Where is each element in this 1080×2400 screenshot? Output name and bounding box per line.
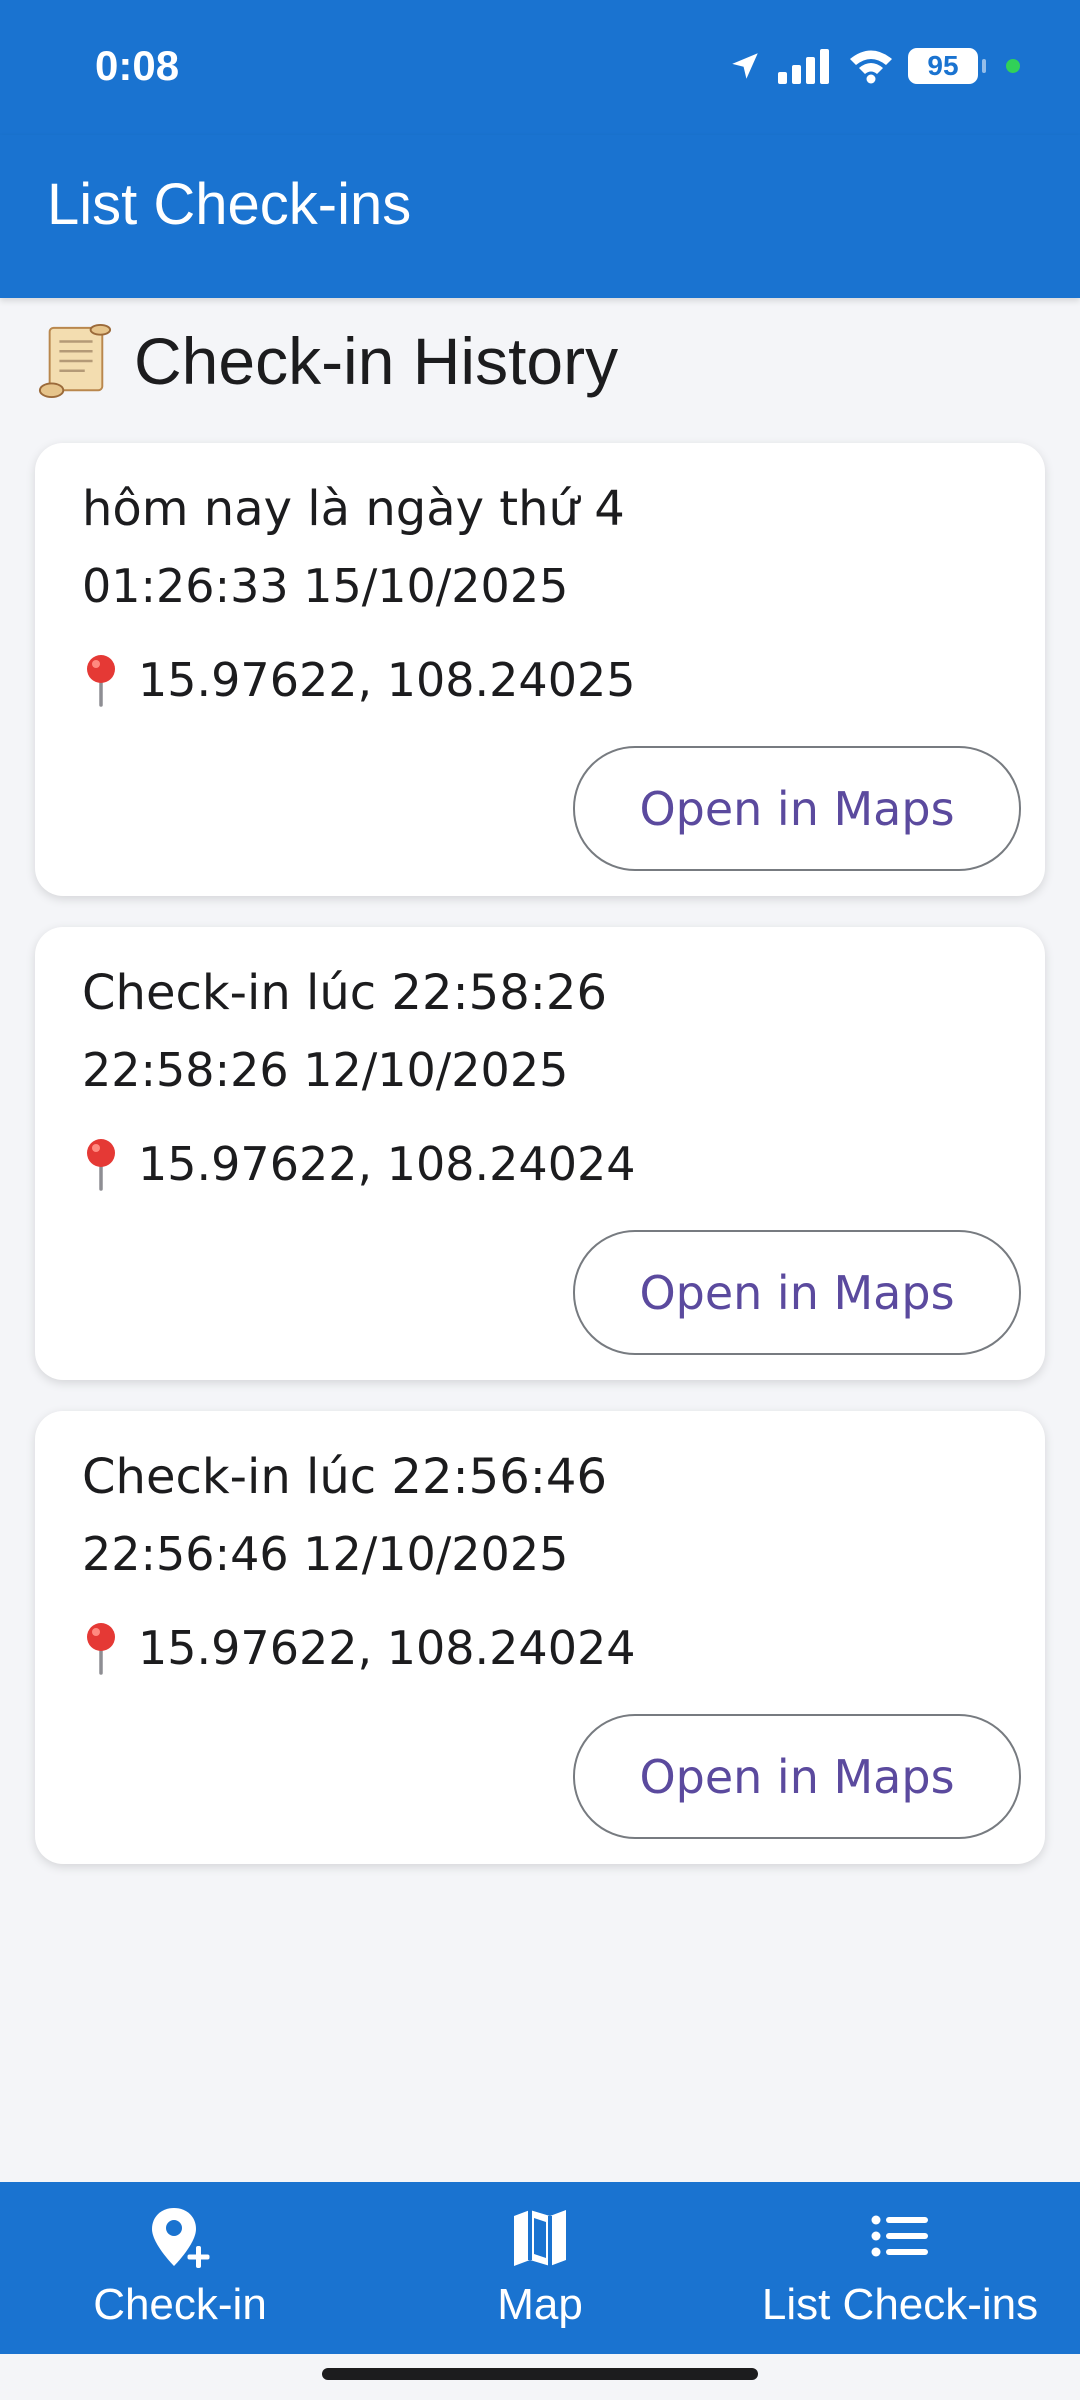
cellular-signal-icon: [778, 49, 829, 84]
checkin-datetime: 22:56:46 12/10/2025: [82, 1527, 569, 1581]
checkin-coordinates: 15.97622, 108.24024: [82, 1621, 636, 1675]
open-in-maps-button[interactable]: Open in Maps: [573, 1714, 1021, 1839]
location-arrow-icon: [732, 53, 758, 79]
coordinates-text: 15.97622, 108.24024: [138, 1621, 636, 1675]
checkin-title: hôm nay là ngày thứ 4: [82, 481, 625, 537]
nav-label-map: Map: [497, 2280, 583, 2329]
checkin-card: Check-in lúc 22:56:46 22:56:46 12/10/202…: [35, 1411, 1045, 1864]
checkin-datetime: 22:58:26 12/10/2025: [82, 1043, 569, 1097]
nav-item-check-in[interactable]: Check-in: [0, 2182, 360, 2354]
privacy-indicator-dot: [1006, 59, 1020, 73]
pin-icon: [87, 1623, 115, 1675]
list-icon: [871, 2215, 928, 2257]
status-icons: 95: [728, 48, 1020, 84]
nav-label-check-in: Check-in: [93, 2280, 267, 2329]
coordinates-text: 15.97622, 108.24024: [138, 1137, 636, 1191]
status-time: 0:08: [95, 42, 180, 89]
checkin-card: Check-in lúc 22:58:26 22:58:26 12/10/202…: [35, 927, 1045, 1380]
battery-indicator: 95: [908, 48, 978, 84]
home-indicator: [322, 2368, 758, 2380]
scroll-icon: [38, 323, 112, 399]
nav-item-list-check-ins[interactable]: List Check-ins: [720, 2182, 1080, 2354]
checkin-coordinates: 15.97622, 108.24025: [82, 653, 636, 707]
nav-label-list-check-ins: List Check-ins: [761, 2280, 1039, 2329]
status-bar: 0:08 95: [0, 0, 1080, 135]
add-location-icon: [152, 2208, 210, 2268]
map-icon: [514, 2210, 566, 2266]
pin-icon: [87, 1139, 115, 1191]
open-in-maps-button[interactable]: Open in Maps: [573, 746, 1021, 871]
checkin-coordinates: 15.97622, 108.24024: [82, 1137, 636, 1191]
section-heading: Check-in History: [36, 322, 618, 400]
checkin-title: Check-in lúc 22:58:26: [82, 965, 607, 1021]
app-bar-title: List Check-ins: [47, 172, 412, 237]
coordinates-text: 15.97622, 108.24025: [138, 653, 636, 707]
checkin-title: Check-in lúc 22:56:46: [82, 1449, 607, 1505]
bottom-nav: Check-in Map List Check-ins: [0, 2182, 1080, 2354]
open-in-maps-button[interactable]: Open in Maps: [573, 1230, 1021, 1355]
nav-item-map[interactable]: Map: [360, 2182, 720, 2354]
battery-cap: [982, 59, 986, 73]
wifi-icon: [850, 50, 892, 84]
app-bar: List Check-ins: [0, 135, 1080, 298]
checkin-datetime: 01:26:33 15/10/2025: [82, 559, 569, 613]
section-heading-text: Check-in History: [134, 324, 619, 398]
pin-icon: [87, 655, 115, 707]
checkin-card: hôm nay là ngày thứ 4 01:26:33 15/10/202…: [35, 443, 1045, 896]
